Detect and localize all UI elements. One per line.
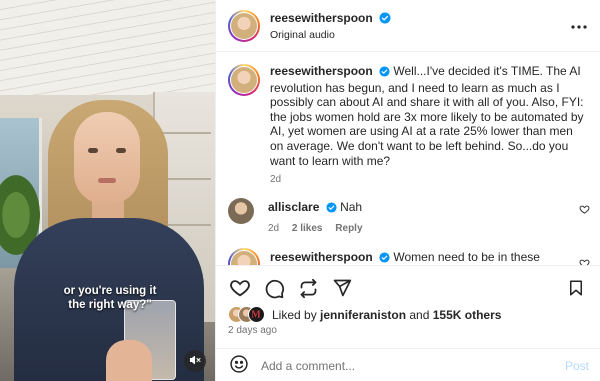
video-person-eye xyxy=(116,148,126,153)
share-button[interactable] xyxy=(330,276,354,300)
comment-like-button[interactable] xyxy=(579,258,590,265)
comment-icon xyxy=(265,279,284,298)
video-ceiling xyxy=(0,0,215,95)
liker-avatars: M xyxy=(228,306,268,324)
caption-text: reesewitherspoon Well...I've decided it'… xyxy=(270,64,588,168)
comment-body: Women need to be in these xyxy=(393,250,540,264)
like-button[interactable] xyxy=(228,276,252,300)
comment-meta: 2d xyxy=(270,174,588,185)
comment-body: Well...I've decided it's TIME. The AI re… xyxy=(270,64,584,168)
video-caption: or you're using it the right way?" xyxy=(40,284,180,312)
repost-icon xyxy=(300,278,316,298)
author-avatar[interactable] xyxy=(228,9,260,42)
likes-summary: M Liked by jenniferaniston and 155K othe… xyxy=(228,306,501,324)
comment-like-button[interactable] xyxy=(579,204,590,218)
comment-time: 2d xyxy=(270,174,282,186)
post-button[interactable]: Post xyxy=(565,359,589,373)
heart-icon xyxy=(230,280,250,297)
repost-button[interactable] xyxy=(296,276,320,300)
caption-line-2: the right way?" xyxy=(68,299,152,311)
comment-button[interactable] xyxy=(262,276,286,300)
heart-icon xyxy=(579,205,590,214)
speaker-muted-icon xyxy=(189,354,201,369)
post-header: reesewitherspoon Original audio xyxy=(216,0,600,52)
action-icons xyxy=(228,276,588,300)
video-person-eye xyxy=(88,148,98,153)
reel-video[interactable]: or you're using it the right way?" xyxy=(0,0,215,381)
mute-button[interactable] xyxy=(184,350,206,372)
more-options-button[interactable] xyxy=(571,17,587,33)
commenter-avatar[interactable] xyxy=(228,198,254,224)
post-date[interactable]: 2 days ago xyxy=(228,325,277,336)
likes-text: Liked by jenniferaniston and 155K others xyxy=(272,308,502,322)
caption-comment: reesewitherspoon Well...I've decided it'… xyxy=(228,64,588,185)
video-hand xyxy=(106,340,152,381)
caption-line-1: or you're using it xyxy=(63,285,157,297)
comment-item: allisclare Nah 2d 2 likes Reply xyxy=(228,198,590,234)
add-comment-bar: Post xyxy=(216,348,600,381)
comment-body: Nah xyxy=(340,200,363,214)
svg-text:M: M xyxy=(251,310,261,321)
comment-username[interactable]: reesewitherspoon xyxy=(270,250,373,264)
author-avatar-image xyxy=(231,12,257,39)
comment-username[interactable]: allisclare xyxy=(268,200,319,214)
emoji-button[interactable] xyxy=(229,354,249,377)
cabinet-shelf xyxy=(159,132,211,134)
comment-username[interactable]: reesewitherspoon xyxy=(270,64,373,78)
author-avatar[interactable] xyxy=(228,248,260,265)
liker-avatar: M xyxy=(248,306,265,323)
video-person-mouth xyxy=(98,178,116,183)
more-horizontal-icon xyxy=(571,18,587,32)
bookmark-icon xyxy=(570,280,582,296)
audio-label[interactable]: Original audio xyxy=(270,29,391,41)
send-icon xyxy=(333,279,352,297)
verified-badge-icon xyxy=(379,66,390,81)
liker-username[interactable]: jenniferaniston xyxy=(320,308,406,322)
reply-link[interactable]: Reply xyxy=(335,223,362,234)
comment-meta: 2d 2 likes Reply xyxy=(268,223,588,234)
verified-badge-icon xyxy=(379,252,390,265)
likes-count-link[interactable]: 155K others xyxy=(433,308,502,322)
comments-list[interactable]: reesewitherspoon Well...I've decided it'… xyxy=(216,53,600,265)
heart-icon xyxy=(579,259,590,265)
save-button[interactable] xyxy=(564,276,588,300)
video-person-face xyxy=(74,112,140,204)
author-username[interactable]: reesewitherspoon xyxy=(270,11,373,25)
comment-item: reesewitherspoon Women need to be in the… xyxy=(228,248,590,265)
comment-likes-link[interactable]: 2 likes xyxy=(292,223,323,234)
author-avatar[interactable] xyxy=(228,64,260,96)
post-actions: M Liked by jenniferaniston and 155K othe… xyxy=(216,265,600,381)
post-panel: reesewitherspoon Original audio reesewit… xyxy=(215,0,600,381)
comment-time: 2d xyxy=(268,222,280,234)
verified-badge-icon xyxy=(379,12,391,27)
emoji-icon xyxy=(230,355,248,373)
comment-input[interactable] xyxy=(261,358,541,373)
post-viewer: or you're using it the right way?" reese… xyxy=(0,0,600,381)
verified-badge-icon xyxy=(326,202,337,217)
